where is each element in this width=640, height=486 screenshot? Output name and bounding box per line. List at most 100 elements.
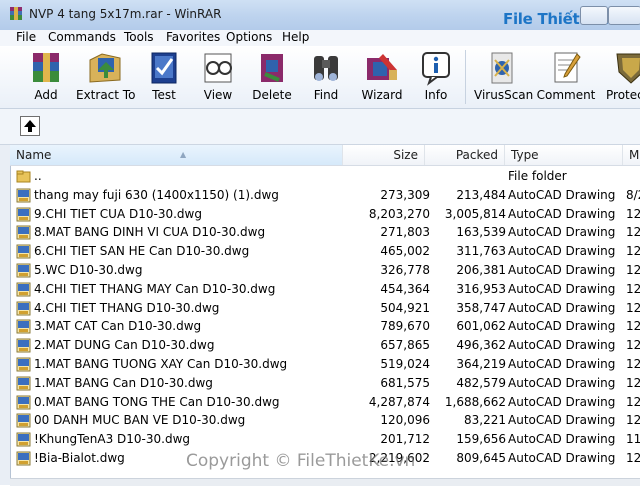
autocad-file-icon (16, 207, 31, 222)
table-row[interactable]: 3.MAT CAT Can D10-30.dwg 789,670 601,062 Au… (10, 317, 640, 336)
folder-icon (16, 170, 31, 183)
file-name-cell: !KhungTenA3 D10-30.dwg (16, 430, 346, 449)
find-button[interactable]: Find (304, 46, 348, 108)
info-button[interactable]: Info (414, 46, 458, 108)
table-row[interactable]: 4.CHI TIET THANG MAY Can D10-30.dwg 454,3… (10, 280, 640, 299)
file-type: AutoCAD Drawing (508, 301, 616, 315)
column-header-modified[interactable]: M (623, 145, 640, 165)
copyright-watermark: Copyright © FileThietKe.vn (186, 451, 416, 471)
maximize-button[interactable] (608, 6, 640, 25)
protect-shield-icon (616, 53, 640, 84)
column-header-packed[interactable]: Packed (425, 145, 505, 165)
file-size (346, 167, 430, 186)
file-size: 681,575 (380, 376, 430, 390)
file-name: 5.WC D10-30.dwg (34, 263, 143, 277)
file-name: 1.MAT BANG TUONG XAY Can D10-30.dwg (34, 357, 288, 371)
up-one-level-icon[interactable] (20, 116, 40, 136)
file-size: 273,309 (380, 188, 430, 202)
file-modified: 12, (626, 263, 640, 277)
test-icon (151, 52, 177, 84)
menu-options[interactable]: Options (226, 30, 272, 44)
test-button[interactable]: Test (142, 46, 186, 108)
table-row[interactable]: 8.MAT BANG DINH VI CUA D10-30.dwg 271,803… (10, 223, 640, 242)
extract-to-icon (89, 53, 121, 83)
menu-bar: File Commands Tools Favorites Options He… (0, 30, 640, 46)
comment-button[interactable]: Comment (536, 46, 596, 108)
comment-icon (554, 52, 581, 83)
file-modified: 12, (626, 225, 640, 239)
file-size: 326,778 (380, 263, 430, 277)
view-button[interactable]: View (196, 46, 240, 108)
toolbar-separator (465, 50, 466, 104)
file-packed-size: 496,362 (456, 338, 506, 352)
list-header: Name ▲ Size Packed Type M (10, 145, 640, 166)
file-name: !Bia-Bialot.dwg (34, 451, 125, 465)
table-row[interactable]: 5.WC D10-30.dwg 326,778 206,381 AutoCAD Dra… (10, 261, 640, 280)
autocad-file-icon (16, 357, 31, 372)
file-type: AutoCAD Drawing (508, 357, 616, 371)
table-row[interactable]: .. File folder (10, 167, 640, 186)
file-name: .. (34, 169, 42, 183)
menu-help[interactable]: Help (282, 30, 309, 44)
file-size: 454,364 (380, 282, 430, 296)
find-binoculars-icon (314, 56, 338, 81)
table-row[interactable]: 0.MAT BANG TONG THE Can D10-30.dwg 4,287,… (10, 393, 640, 412)
file-name: 4.CHI TIET THANG MAY Can D10-30.dwg (34, 282, 276, 296)
file-name: !KhungTenA3 D10-30.dwg (34, 432, 191, 446)
column-header-type[interactable]: Type (505, 145, 623, 165)
file-packed-size: 83,221 (464, 413, 506, 427)
minimize-button[interactable] (580, 6, 608, 25)
wizard-button[interactable]: Wizard (360, 46, 404, 108)
autocad-file-icon (16, 244, 31, 259)
file-modified: 12, (626, 244, 640, 258)
add-archive-icon (33, 53, 59, 82)
menu-file[interactable]: File (16, 30, 36, 44)
file-size: 657,865 (380, 338, 430, 352)
file-size: 271,803 (380, 225, 430, 239)
file-type: AutoCAD Drawing (508, 282, 616, 296)
table-row[interactable]: 1.MAT BANG Can D10-30.dwg 681,575 482,579 A… (10, 374, 640, 393)
table-row[interactable]: 00 DANH MUC BAN VE D10-30.dwg 120,096 83,2… (10, 411, 640, 430)
table-row[interactable]: thang may fuji 630 (1400x1150) (1).dwg 27… (10, 186, 640, 205)
table-row[interactable]: 2.MAT DUNG Can D10-30.dwg 657,865 496,362 A… (10, 336, 640, 355)
delete-button[interactable]: Delete (250, 46, 294, 108)
file-name-cell: 9.CHI TIET CUA D10-30.dwg (16, 205, 346, 224)
autocad-file-icon (16, 319, 31, 334)
menu-tools[interactable]: Tools (124, 30, 154, 44)
autocad-file-icon (16, 395, 31, 410)
file-type: AutoCAD Drawing (508, 225, 616, 239)
column-header-name[interactable]: Name ▲ (10, 145, 343, 165)
extract-to-button[interactable]: Extract To (76, 46, 135, 108)
file-name-cell: 00 DANH MUC BAN VE D10-30.dwg (16, 411, 346, 430)
file-modified: 12, (626, 357, 640, 371)
table-row[interactable]: 4.CHI TIET THANG D10-30.dwg 504,921 358,74… (10, 299, 640, 318)
file-packed-size: 1,688,662 (444, 395, 506, 409)
file-type: AutoCAD Drawing (508, 263, 616, 277)
table-row[interactable]: 9.CHI TIET CUA D10-30.dwg 8,203,270 3,005,… (10, 205, 640, 224)
file-packed-size: 311,763 (456, 244, 506, 258)
protect-button[interactable]: Protect (604, 46, 640, 108)
file-size: 465,002 (380, 244, 430, 258)
autocad-file-icon (16, 263, 31, 278)
file-packed-size: 159,656 (456, 432, 506, 446)
virusscan-button[interactable]: VirusScan (474, 46, 533, 108)
table-row[interactable]: 6.CHI TIET SAN HE Can D10-30.dwg 465,002 3… (10, 242, 640, 261)
add-button[interactable]: Add (22, 46, 70, 108)
file-modified: 12, (626, 413, 640, 427)
file-size: 504,921 (380, 301, 430, 315)
menu-commands[interactable]: Commands (48, 30, 116, 44)
file-packed-size: 316,953 (456, 282, 506, 296)
file-name: 8.MAT BANG DINH VI CUA D10-30.dwg (34, 225, 266, 239)
column-header-size[interactable]: Size (343, 145, 425, 165)
table-row[interactable]: 1.MAT BANG TUONG XAY Can D10-30.dwg 519,0… (10, 355, 640, 374)
file-modified (626, 167, 640, 186)
winrar-app-icon (10, 7, 22, 20)
file-name-cell: 8.MAT BANG DINH VI CUA D10-30.dwg (16, 223, 346, 242)
file-name: 0.MAT BANG TONG THE Can D10-30.dwg (34, 395, 280, 409)
file-packed-size: 163,539 (456, 225, 506, 239)
window-title: NVP 4 tang 5x17m.rar - WinRAR (29, 7, 222, 21)
menu-favorites[interactable]: Favorites (166, 30, 220, 44)
file-size: 789,670 (380, 319, 430, 333)
table-row[interactable]: !KhungTenA3 D10-30.dwg 201,712 159,656 Auto… (10, 430, 640, 449)
file-modified: 11, (626, 432, 640, 446)
